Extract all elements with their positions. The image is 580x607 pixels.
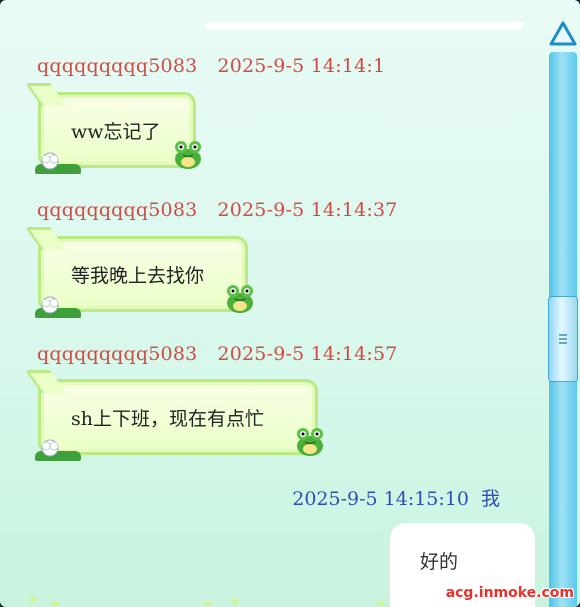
scroll-up-arrow-icon[interactable] <box>549 20 577 48</box>
message-list[interactable]: qqqqqqqqq5083 2025-9-5 14:14:1 ww忘记了 qqq… <box>0 0 545 607</box>
vertical-scrollbar[interactable] <box>545 20 580 607</box>
self-message-sender: 我 <box>480 488 500 510</box>
white-flower-icon <box>41 296 59 314</box>
message-sender: qqqqqqqqq5083 <box>37 199 198 221</box>
white-flower-icon <box>41 152 59 170</box>
self-message-header: 2025-9-5 14:15:10 我 <box>292 484 500 511</box>
message-header: qqqqqqqqq5083 2025-9-5 14:14:37 <box>37 199 398 221</box>
message-time: 2025-9-5 14:14:57 <box>217 343 398 365</box>
message-bubble: sh上下班，现在有点忙 <box>24 370 323 461</box>
message-text: 等我晚上去找你 <box>71 265 205 287</box>
message-bubble: 等我晚上去找你 <box>24 227 253 318</box>
message-text: ww忘记了 <box>71 121 161 143</box>
message-time: 2025-9-5 14:14:1 <box>217 55 386 77</box>
message-sender: qqqqqqqqq5083 <box>37 55 198 77</box>
frog-icon <box>175 141 201 169</box>
white-flower-icon <box>41 439 59 457</box>
watermark-text: acg.inmoke.com <box>445 585 574 601</box>
scrollbar-thumb[interactable] <box>548 296 578 382</box>
message-text: sh上下班，现在有点忙 <box>71 408 264 430</box>
message-header: qqqqqqqqq5083 2025-9-5 14:14:57 <box>37 343 398 365</box>
message-time: 2025-9-5 14:14:37 <box>217 199 398 221</box>
message-sender: qqqqqqqqq5083 <box>37 343 198 365</box>
frog-icon <box>227 285 253 313</box>
chat-window: qqqqqqqqq5083 2025-9-5 14:14:1 ww忘记了 qqq… <box>0 0 580 607</box>
self-message-time: 2025-9-5 14:15:10 <box>292 488 469 510</box>
frog-icon <box>297 428 323 456</box>
message-bubble: ww忘记了 <box>24 83 201 174</box>
scroll-grip-icon <box>559 334 567 344</box>
message-header: qqqqqqqqq5083 2025-9-5 14:14:1 <box>37 55 385 77</box>
self-message-text: 好的 <box>420 551 459 573</box>
